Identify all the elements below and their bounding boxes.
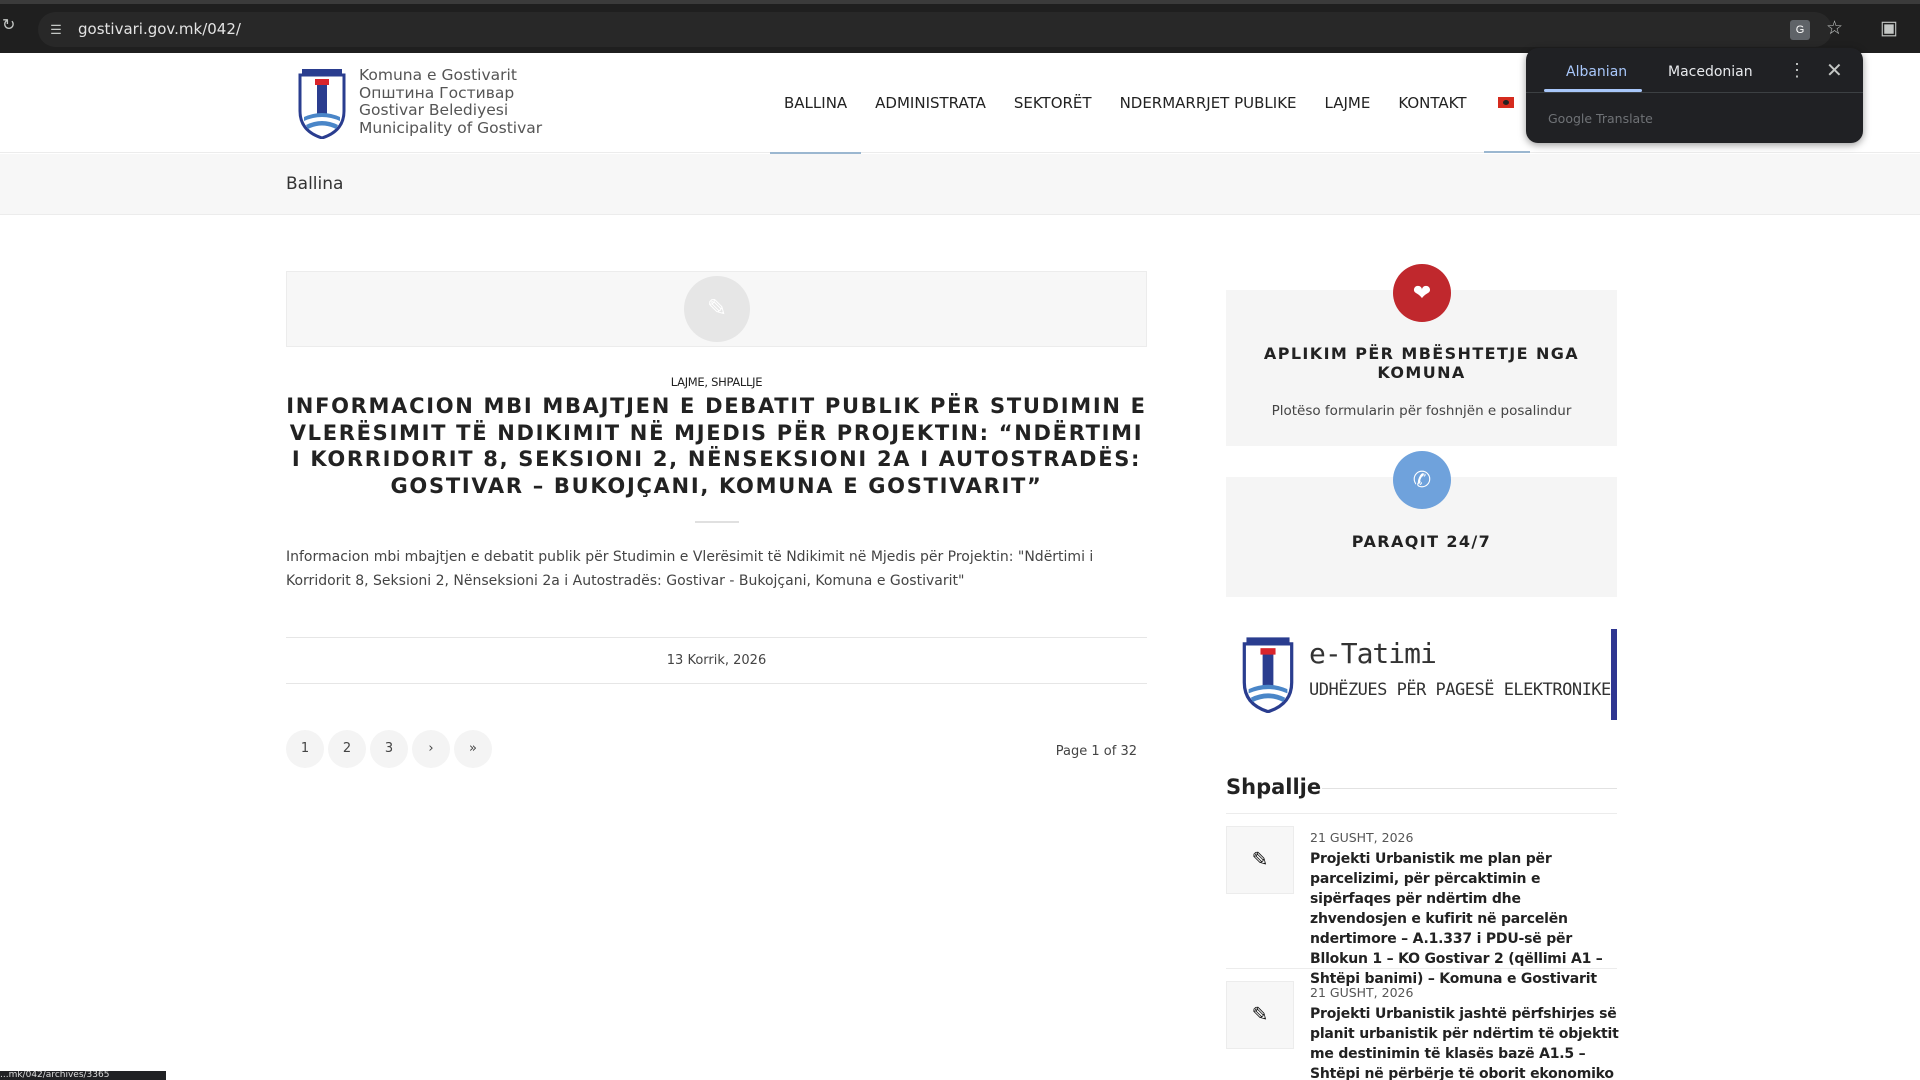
announcement-date: 21 GUSHT, 2026 <box>1310 830 1414 845</box>
nav-ndermarrjet-publike[interactable]: NDERMARRJET PUBLIKE <box>1106 53 1311 153</box>
page-link-1[interactable]: 1 <box>286 730 324 768</box>
site-info-icon[interactable]: ☰ <box>47 21 65 39</box>
logo-line: Gostivar Belediyesi <box>359 101 509 119</box>
municipality-emblem-icon <box>1242 637 1294 713</box>
breadcrumb[interactable]: Ballina <box>286 174 343 194</box>
page-link-3[interactable]: 3 <box>370 730 408 768</box>
post-categories[interactable]: LAJME, SHPALLJE <box>286 375 1147 389</box>
translate-icon[interactable]: G <box>1790 20 1810 40</box>
page-link-2[interactable]: 2 <box>328 730 366 768</box>
list-divider <box>1226 813 1617 814</box>
site-logo-text[interactable]: Komuna e Gostivarit Општина Гостивар Gos… <box>359 66 543 137</box>
post-date: 13 Korrik, 2026 <box>666 653 767 668</box>
page-next-button[interactable]: › <box>412 730 450 768</box>
support-card-subtitle: Plotëso formularin për foshnjën e posali… <box>1271 403 1572 419</box>
url-text[interactable]: gostivari.gov.mk/042/ <box>78 20 241 38</box>
breadcrumb-bar: Ballina <box>0 154 1920 215</box>
logo-line: Municipality of Gostivar <box>359 118 543 137</box>
meta-divider-top <box>286 637 1147 638</box>
google-translate-popup: Albanian Macedonian ⋮ ✕ Google Translate <box>1526 48 1863 143</box>
translate-tab-albanian[interactable]: Albanian <box>1566 64 1627 80</box>
translate-brand: Google Translate <box>1548 111 1653 126</box>
support-card-title[interactable]: APLIKIM PËR MBËSHTETJE NGA KOMUNA <box>1226 344 1617 382</box>
etatimi-title: e-Tatimi <box>1309 637 1437 670</box>
logo-line: Komuna e Gostivarit <box>359 66 517 84</box>
link-status-bar: ...mk/042/archives/3365 <box>0 1071 166 1080</box>
reload-icon[interactable]: ↻ <box>2 18 18 34</box>
page-count: Page 1 of 32 <box>1055 744 1137 759</box>
pagination: 1 2 3 › » <box>286 730 496 768</box>
announcement-thumbnail[interactable]: ✎ <box>1226 981 1294 1049</box>
meta-divider-bottom <box>286 683 1147 684</box>
bookmark-star-icon[interactable]: ☆ <box>1826 17 1843 40</box>
heart-icon: ❤ <box>1393 264 1451 322</box>
more-options-icon[interactable]: ⋮ <box>1788 60 1806 81</box>
phone-icon: ✆ <box>1393 451 1451 509</box>
albanian-flag-icon[interactable] <box>1498 97 1514 108</box>
extensions-icon[interactable]: ▣ <box>1880 17 1898 40</box>
main-nav: BALLINA ADMINISTRATA SEKTORËT NDERMARRJE… <box>770 53 1480 154</box>
municipality-emblem-icon[interactable] <box>296 67 348 139</box>
shpallje-heading: Shpallje <box>1226 775 1322 799</box>
nav-sektoret[interactable]: SEKTORËT <box>1000 53 1106 153</box>
close-icon[interactable]: ✕ <box>1826 58 1843 83</box>
language-active-underline <box>1484 151 1530 153</box>
pencil-icon: ✎ <box>684 276 750 342</box>
translate-tab-macedonian[interactable]: Macedonian <box>1668 64 1753 80</box>
page-last-button[interactable]: » <box>454 730 492 768</box>
heading-rule <box>1322 788 1617 789</box>
announcement-thumbnail[interactable]: ✎ <box>1226 826 1294 894</box>
etatimi-banner[interactable]: e-Tatimi UDHËZUES PËR PAGESË ELEKTRONIKE <box>1236 629 1617 720</box>
announcement-title[interactable]: Projekti Urbanistik jashtë përfshirjes s… <box>1310 1004 1620 1080</box>
nav-kontakt[interactable]: KONTAKT <box>1384 53 1480 153</box>
nav-administrata[interactable]: ADMINISTRATA <box>861 53 1000 153</box>
browser-toolbar: ↻ ☰ gostivari.gov.mk/042/ G ☆ ▣ <box>0 0 1920 53</box>
translate-divider <box>1526 92 1863 93</box>
list-divider <box>1226 968 1617 969</box>
address-bar[interactable] <box>38 12 1832 47</box>
announcement-date: 21 GUSHT, 2026 <box>1310 985 1414 1000</box>
post-thumbnail[interactable]: ✎ <box>286 271 1147 347</box>
post-title[interactable]: INFORMACION MBI MBAJTJEN E DEBATIT PUBLI… <box>286 393 1147 499</box>
post-excerpt: Informacion mbi mbajtjen e debatit publi… <box>286 549 1094 589</box>
nav-ballina[interactable]: BALLINA <box>770 53 862 154</box>
nav-lajme[interactable]: LAJME <box>1311 53 1385 153</box>
logo-line: Општина Гостивар <box>359 83 515 102</box>
title-divider <box>695 521 739 523</box>
etatimi-subtitle: UDHËZUES PËR PAGESË ELEKTRONIKE <box>1309 680 1611 700</box>
report-card-title[interactable]: PARAQIT 24/7 <box>1226 532 1617 551</box>
